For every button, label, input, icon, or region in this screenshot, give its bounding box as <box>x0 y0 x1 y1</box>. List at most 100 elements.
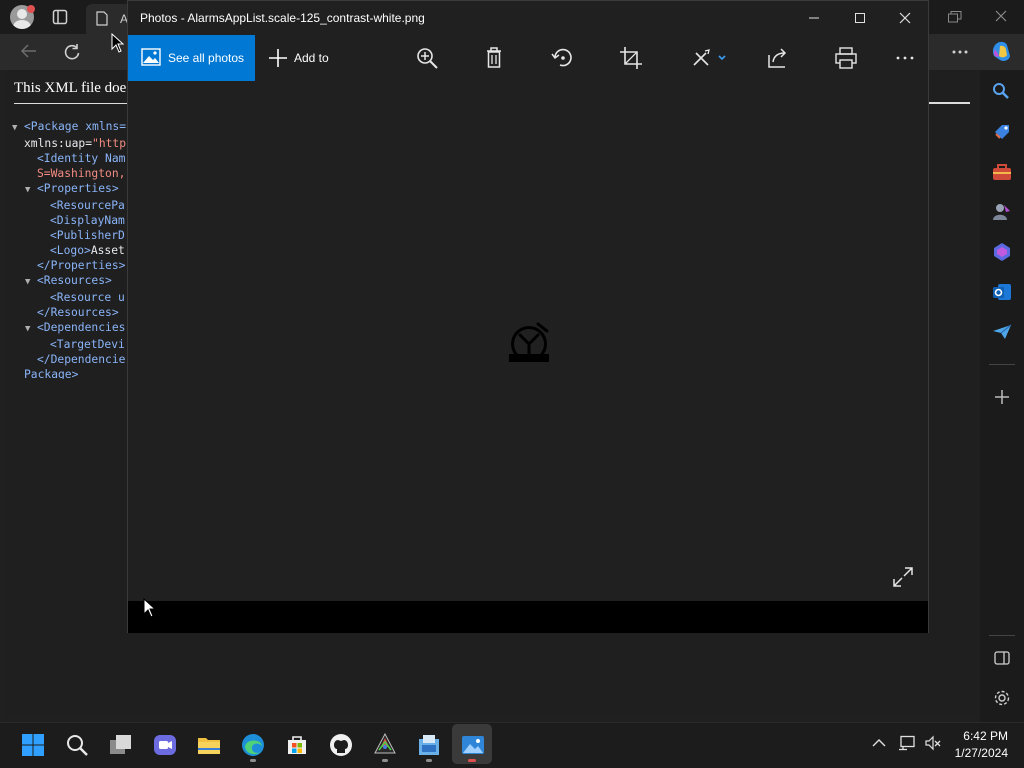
close-icon <box>899 12 911 24</box>
divider <box>989 635 1015 636</box>
task-view-icon[interactable] <box>109 733 133 757</box>
network-icon[interactable] <box>898 735 916 751</box>
alarm-clock-image <box>509 322 549 362</box>
xml-line: </Resources> <box>12 305 128 320</box>
start-icon[interactable] <box>21 733 45 757</box>
settings-icon[interactable] <box>993 689 1011 707</box>
notification-badge <box>27 5 35 13</box>
xml-line: Package> <box>12 367 128 379</box>
maximize-button[interactable] <box>837 6 883 30</box>
clock-time[interactable]: 6:42 PM <box>963 729 1008 743</box>
toolbox-icon[interactable] <box>992 163 1012 181</box>
xml-line: <Logo>Asset <box>12 243 128 258</box>
xml-tag: <ResourcePa <box>50 199 125 212</box>
add-to-button[interactable]: Add to <box>262 35 342 81</box>
xml-tag: <PublisherD <box>50 229 125 242</box>
send-icon[interactable] <box>992 323 1012 341</box>
inkscape-icon[interactable] <box>373 733 397 757</box>
xml-tag: <Package xmlns= <box>24 120 127 133</box>
window-title: Photos - AlarmsAppList.scale-125_contras… <box>140 11 425 25</box>
plus-icon <box>269 49 287 67</box>
document-icon <box>96 11 108 26</box>
xml-info-heading: This XML file does not appear to have an… <box>14 80 128 96</box>
zoom-in-icon[interactable] <box>414 45 442 71</box>
see-all-photos-label: See all photos <box>168 51 245 65</box>
app-icon[interactable] <box>417 733 441 757</box>
running-indicator <box>382 759 388 762</box>
xml-line: xmlns:uap="http <box>12 136 128 151</box>
photos-icon[interactable] <box>461 733 485 757</box>
xml-tag: <Identity Nam <box>37 152 126 165</box>
clock-date[interactable]: 1/27/2024 <box>955 746 1008 760</box>
xml-tag: <Resource u <box>50 291 125 304</box>
xml-line: ▼ <Dependencies <box>12 320 128 337</box>
xml-val: S=Washington, <box>37 167 126 180</box>
chevron-up-icon[interactable] <box>872 738 886 748</box>
volume-muted-icon[interactable] <box>924 735 942 751</box>
xml-line: ▼ <Resources> <box>12 273 128 290</box>
expand-toggle[interactable]: ▼ <box>25 322 37 337</box>
xml-tag: <Properties> <box>37 182 119 195</box>
photo-viewer-canvas[interactable] <box>128 81 928 601</box>
filmstrip[interactable] <box>128 601 928 633</box>
divider <box>928 102 970 104</box>
outlook-icon[interactable] <box>992 282 1012 302</box>
teams-icon[interactable] <box>153 733 177 757</box>
divider <box>14 103 128 104</box>
xml-line: <DisplayNam <box>12 213 128 228</box>
edit-icon[interactable] <box>690 45 730 71</box>
tag-icon[interactable] <box>992 122 1012 142</box>
search-icon[interactable] <box>65 733 89 757</box>
expand-toggle[interactable]: ▼ <box>12 121 24 136</box>
see-all-photos-button[interactable]: See all photos <box>128 35 255 81</box>
more-icon[interactable] <box>892 45 920 71</box>
xml-line: <PublisherD <box>12 228 128 243</box>
running-indicator <box>250 759 256 762</box>
xml-tag: </Properties> <box>37 259 126 272</box>
divider <box>989 364 1015 365</box>
store-icon[interactable] <box>285 733 309 757</box>
xml-attr: xmlns:uap= <box>24 137 93 150</box>
split-screen-icon[interactable] <box>994 650 1010 666</box>
xml-tag: <Dependencies <box>37 321 126 334</box>
add-icon[interactable] <box>994 389 1010 405</box>
github-icon[interactable] <box>329 733 353 757</box>
photos-title-bar[interactable]: Photos - AlarmsAppList.scale-125_contras… <box>128 1 928 35</box>
refresh-icon[interactable] <box>63 43 81 61</box>
expand-toggle[interactable]: ▼ <box>25 275 37 290</box>
photos-window: Photos - AlarmsAppList.scale-125_contras… <box>127 0 929 633</box>
xml-line: <ResourcePa <box>12 198 128 213</box>
browser-close-icon[interactable] <box>995 10 1007 22</box>
restore-icon[interactable] <box>948 11 962 23</box>
maximize-icon <box>855 13 865 23</box>
people-icon[interactable] <box>992 202 1012 222</box>
browser-menu-icon[interactable] <box>952 50 968 54</box>
photos-command-bar: See all photos Add to <box>128 35 928 81</box>
tab-actions-icon[interactable] <box>52 9 68 25</box>
share-icon[interactable] <box>764 45 792 71</box>
edge-icon[interactable] <box>241 733 265 757</box>
xml-line: ▼ <Package xmlns= <box>12 119 128 136</box>
add-to-label: Add to <box>294 51 329 65</box>
xml-tag: <DisplayNam <box>50 214 125 227</box>
search-icon[interactable] <box>992 82 1010 100</box>
fullscreen-icon[interactable] <box>892 566 914 588</box>
delete-icon[interactable] <box>480 45 508 71</box>
expand-toggle[interactable]: ▼ <box>25 183 37 198</box>
browser-tab[interactable]: A <box>86 4 132 34</box>
xml-tag: Package> <box>24 368 79 379</box>
running-indicator <box>426 759 432 762</box>
xml-tag: <TargetDevi <box>50 338 125 351</box>
copilot-icon[interactable] <box>990 40 1014 64</box>
minimize-icon <box>809 17 819 19</box>
copilot-app-icon[interactable] <box>992 242 1012 262</box>
mouse-cursor <box>143 598 157 618</box>
file-explorer-icon[interactable] <box>197 733 221 757</box>
minimize-button[interactable] <box>791 6 837 30</box>
back-icon[interactable] <box>20 43 38 59</box>
rotate-icon[interactable] <box>549 45 577 71</box>
close-button[interactable] <box>882 6 928 30</box>
active-indicator <box>468 759 476 762</box>
print-icon[interactable] <box>832 45 860 71</box>
crop-icon[interactable] <box>617 45 645 71</box>
